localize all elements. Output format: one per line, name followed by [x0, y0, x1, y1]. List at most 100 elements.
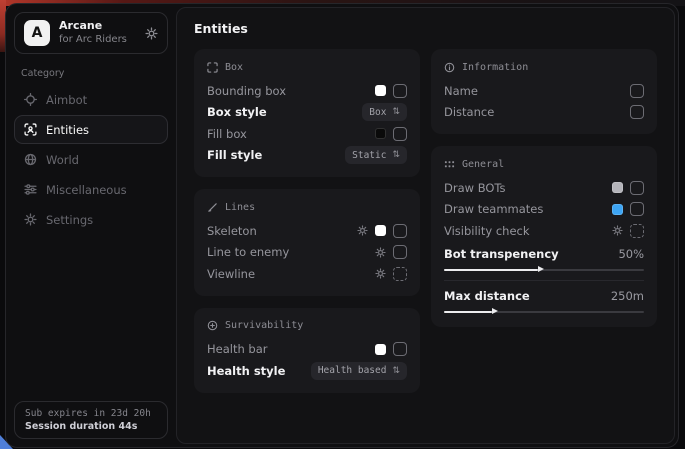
skeleton-checkbox[interactable]: [393, 224, 407, 238]
information-card-header: Information: [444, 59, 644, 75]
sidebar-item-label: Aimbot: [46, 93, 87, 107]
box-card-header: Box: [207, 59, 407, 75]
color-swatch[interactable]: [375, 128, 386, 139]
sidebar-item-aimbot[interactable]: Aimbot: [14, 85, 168, 114]
setting-row-viewline: Viewline: [207, 263, 407, 285]
app-header-card: A Arcane for Arc Riders: [14, 12, 168, 54]
general-card-header: General: [444, 156, 644, 172]
box-brackets-icon: [207, 62, 218, 73]
color-swatch[interactable]: [375, 344, 386, 355]
setting-label: Fill style: [207, 148, 262, 162]
health-cross-icon: [207, 320, 218, 331]
app-logo: A: [24, 20, 50, 46]
bounding-box-checkbox[interactable]: [393, 84, 407, 98]
setting-row-health-style: Health style Health based ⇅: [207, 360, 407, 382]
slider-value: 50%: [618, 247, 644, 261]
dropdown-value: Static: [352, 150, 386, 161]
draw-bots-checkbox[interactable]: [630, 181, 644, 195]
setting-label: Health bar: [207, 342, 268, 356]
page-title: Entities: [194, 21, 657, 36]
visibility-check-checkbox[interactable]: [630, 224, 644, 238]
information-card: Information Name Distance: [431, 49, 657, 134]
info-icon: [444, 62, 455, 73]
bot-transparency-slider-block: Bot transpenency 50%: [444, 247, 644, 271]
left-column: Box Bounding box Box style Box: [194, 49, 420, 393]
max-distance-slider-block: Max distance 250m: [444, 280, 644, 313]
lines-card-header: Lines: [207, 199, 407, 215]
slider-fill: [444, 269, 538, 271]
setting-label: Distance: [444, 105, 494, 119]
setting-row-fill-style: Fill style Static ⇅: [207, 145, 407, 167]
draw-teammates-checkbox[interactable]: [630, 202, 644, 216]
sidebar-item-settings[interactable]: Settings: [14, 205, 168, 234]
main-panel: Entities Box Bounding box: [176, 7, 675, 444]
setting-row-distance: Distance: [444, 102, 644, 124]
subscription-card: Sub expires in 23d 20h Session duration …: [14, 401, 168, 439]
setting-row-name: Name: [444, 80, 644, 102]
box-card-title: Box: [225, 62, 243, 73]
setting-row-box-style: Box style Box ⇅: [207, 102, 407, 124]
settings-columns: Box Bounding box Box style Box: [194, 49, 657, 393]
fill-style-dropdown[interactable]: Static ⇅: [345, 146, 407, 164]
sidebar-item-label: Settings: [46, 213, 93, 227]
max-distance-slider[interactable]: [444, 311, 644, 313]
line-to-enemy-settings-gear-icon[interactable]: [375, 247, 386, 258]
globe-icon: [23, 153, 37, 166]
session-duration-text: Session duration 44s: [25, 421, 157, 432]
sidebar-item-miscellaneous[interactable]: Miscellaneous: [14, 175, 168, 204]
distance-checkbox[interactable]: [630, 105, 644, 119]
sliders-icon: [23, 183, 37, 196]
sub-expiry-text: Sub expires in 23d 20h: [25, 408, 157, 419]
setting-label: Draw BOTs: [444, 181, 506, 195]
sidebar-item-label: World: [46, 153, 79, 167]
setting-row-health-bar: Health bar: [207, 339, 407, 361]
setting-label: Skeleton: [207, 224, 257, 238]
setting-label: Name: [444, 84, 478, 98]
grid-dots-icon: [444, 159, 455, 170]
updown-arrows-icon: ⇅: [392, 150, 400, 160]
slider-value: 250m: [611, 289, 644, 303]
sidebar: A Arcane for Arc Riders Category Aimbot: [6, 4, 176, 447]
color-swatch[interactable]: [612, 182, 623, 193]
app-title-block: Arcane for Arc Riders: [59, 20, 127, 45]
fill-box-checkbox[interactable]: [393, 127, 407, 141]
dropdown-value: Health based: [318, 365, 387, 376]
visibility-check-settings-gear-icon[interactable]: [612, 225, 623, 236]
setting-label: Line to enemy: [207, 245, 289, 259]
survivability-card: Survivability Health bar Health style: [194, 308, 420, 393]
color-swatch[interactable]: [375, 85, 386, 96]
viewline-settings-gear-icon[interactable]: [375, 268, 386, 279]
slider-fill: [444, 311, 492, 313]
health-style-dropdown[interactable]: Health based ⇅: [311, 362, 407, 380]
health-bar-checkbox[interactable]: [393, 342, 407, 356]
setting-label: Box style: [207, 105, 267, 119]
setting-row-draw-bots: Draw BOTs: [444, 177, 644, 199]
app-gear-icon[interactable]: [145, 27, 158, 40]
skeleton-settings-gear-icon[interactable]: [357, 225, 368, 236]
gear-icon: [23, 213, 37, 226]
box-style-dropdown[interactable]: Box ⇅: [362, 103, 407, 121]
bot-transparency-slider[interactable]: [444, 269, 644, 271]
cheat-menu-window: A Arcane for Arc Riders Category Aimbot: [5, 3, 679, 448]
viewline-checkbox[interactable]: [393, 267, 407, 281]
setting-row-skeleton: Skeleton: [207, 220, 407, 242]
line-to-enemy-checkbox[interactable]: [393, 245, 407, 259]
name-checkbox[interactable]: [630, 84, 644, 98]
setting-label: Bounding box: [207, 84, 286, 98]
app-name: Arcane: [59, 20, 127, 33]
color-swatch[interactable]: [375, 225, 386, 236]
color-swatch[interactable]: [612, 204, 623, 215]
sidebar-item-entities[interactable]: Entities: [14, 115, 168, 144]
entities-scan-icon: [23, 123, 37, 136]
general-card-title: General: [462, 159, 504, 170]
general-card: General Draw BOTs Draw teammates: [431, 146, 657, 327]
setting-row-bounding-box: Bounding box: [207, 80, 407, 102]
setting-label: Max distance: [444, 289, 530, 303]
setting-label: Fill box: [207, 127, 247, 141]
setting-label: Draw teammates: [444, 202, 543, 216]
setting-row-visibility-check: Visibility check: [444, 220, 644, 242]
sidebar-item-label: Entities: [46, 123, 89, 137]
setting-label: Health style: [207, 364, 285, 378]
sidebar-item-label: Miscellaneous: [46, 183, 127, 197]
sidebar-item-world[interactable]: World: [14, 145, 168, 174]
